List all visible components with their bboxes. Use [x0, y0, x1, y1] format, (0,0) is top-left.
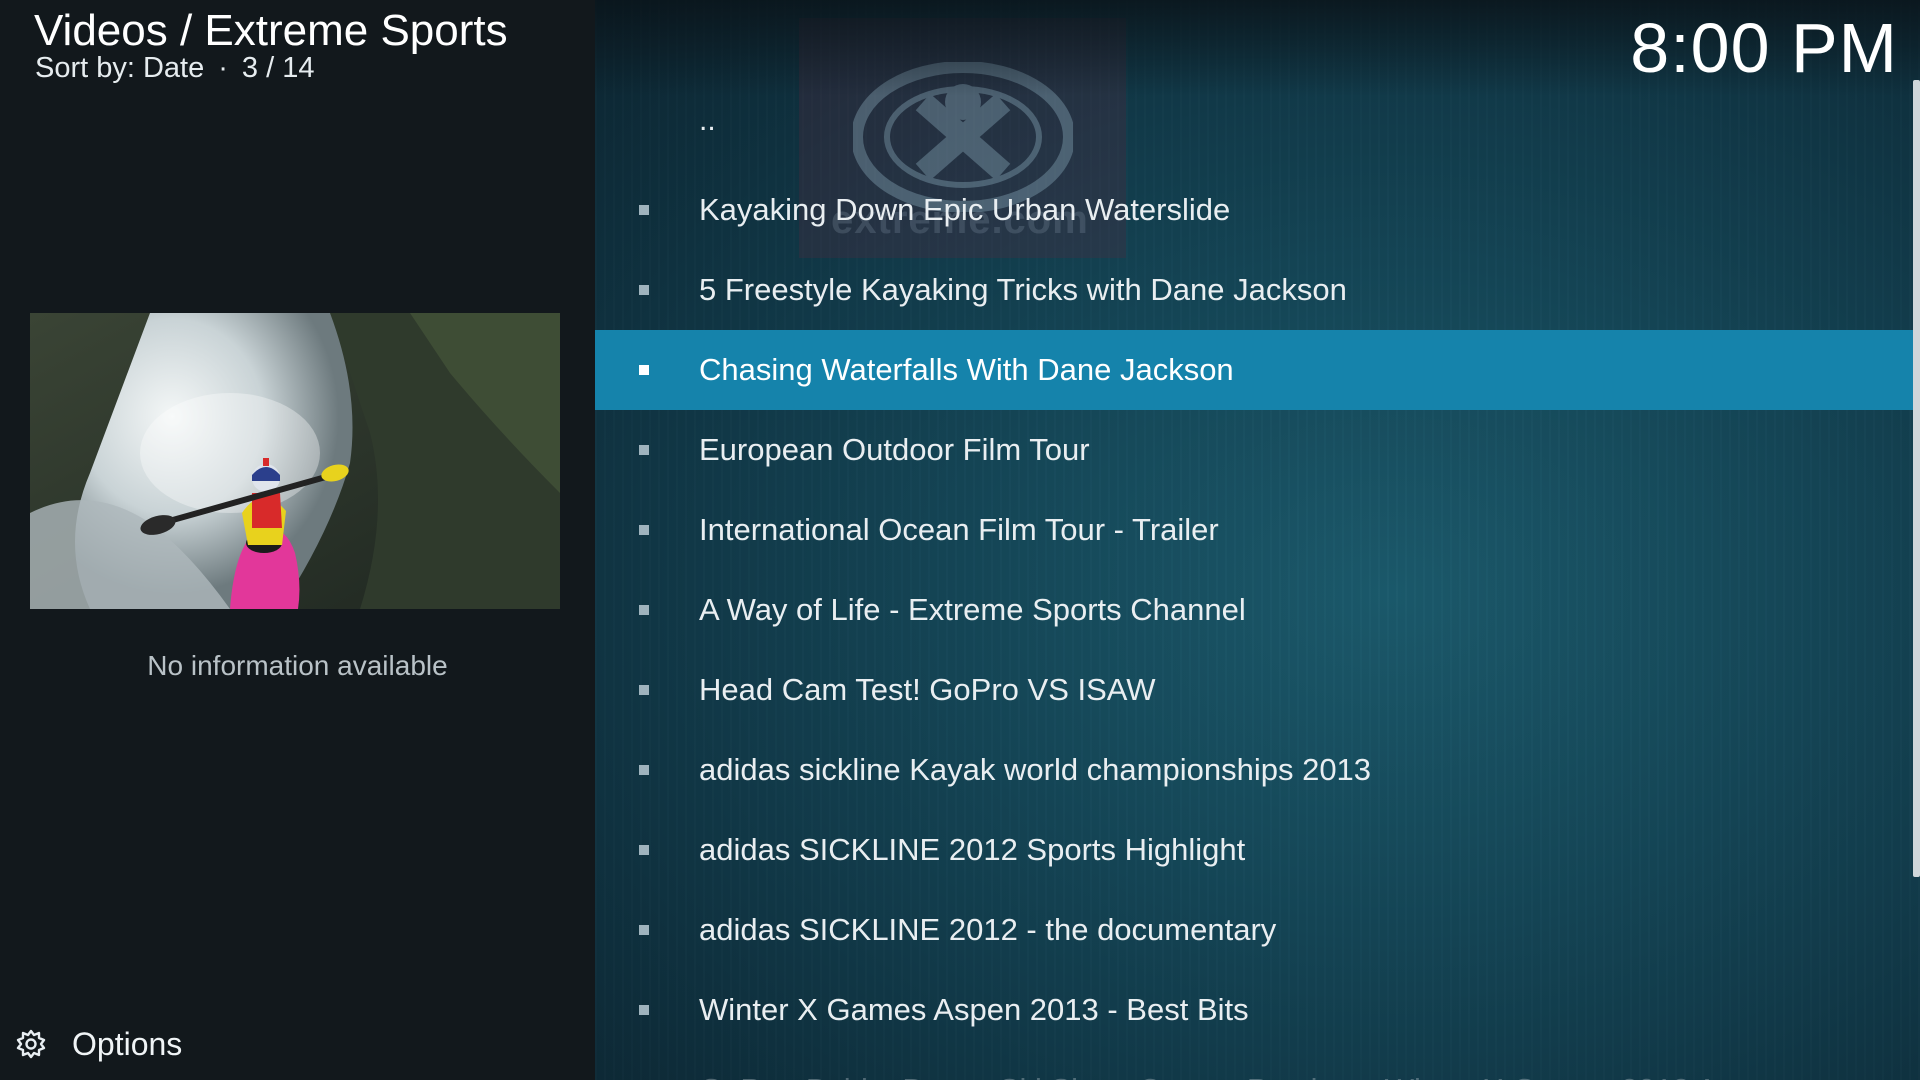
list-item[interactable]: 5 Freestyle Kayaking Tricks with Dane Ja… — [595, 250, 1913, 330]
bullet-icon — [639, 445, 649, 455]
list-item-label: Winter X Games Aspen 2013 - Best Bits — [699, 992, 1249, 1027]
bullet-icon — [639, 685, 649, 695]
clock: 8:00 PM — [1630, 9, 1898, 87]
list-item[interactable]: GoPro: Bobby Brown Ski Slope Course Prev… — [595, 1050, 1913, 1080]
list-item[interactable]: International Ocean Film Tour - Trailer — [595, 490, 1913, 570]
list-item-label: adidas sickline Kayak world championship… — [699, 752, 1372, 787]
list-item-label: Chasing Waterfalls With Dane Jackson — [699, 352, 1234, 387]
video-list: .. Kayaking Down Epic Urban Waterslide 5… — [595, 90, 1913, 1080]
sort-label: Sort by: Date — [35, 52, 205, 84]
options-label: Options — [72, 1025, 183, 1062]
options-gear-icon — [16, 1029, 46, 1059]
bullet-icon — [639, 845, 649, 855]
list-item-label: International Ocean Film Tour - Trailer — [699, 512, 1219, 547]
bullet-icon — [639, 765, 649, 775]
bullet-icon — [639, 205, 649, 215]
bullet-icon — [639, 925, 649, 935]
bullet-icon — [639, 285, 649, 295]
breadcrumb-title: Videos / Extreme Sports — [34, 6, 508, 55]
list-item[interactable]: adidas SICKLINE 2012 Sports Highlight — [595, 810, 1913, 890]
list-item-parent-folder[interactable]: .. — [595, 90, 1913, 170]
list-item[interactable]: Kayaking Down Epic Urban Waterslide — [595, 170, 1913, 250]
list-item[interactable]: adidas SICKLINE 2012 - the documentary — [595, 890, 1913, 970]
list-item-selected[interactable]: Chasing Waterfalls With Dane Jackson — [595, 330, 1913, 410]
separator-dot: · — [218, 52, 228, 84]
list-scrollbar[interactable] — [1913, 80, 1920, 877]
options-button[interactable]: Options — [14, 1024, 182, 1064]
video-thumbnail — [30, 313, 560, 609]
kodi-video-browser: extreme.com Videos / Extreme Sports Sort… — [0, 0, 1920, 1080]
bullet-icon — [639, 365, 649, 375]
sort-info: Sort by: Date · 3 / 14 — [35, 52, 314, 85]
list-item[interactable]: European Outdoor Film Tour — [595, 410, 1913, 490]
parent-folder-label: .. — [699, 104, 716, 137]
list-item-label: adidas SICKLINE 2012 Sports Highlight — [699, 832, 1246, 867]
list-item-label: Head Cam Test! GoPro VS ISAW — [699, 672, 1156, 707]
kayak-waterfall-image — [30, 313, 560, 609]
list-item[interactable]: A Way of Life - Extreme Sports Channel — [595, 570, 1913, 650]
list-item[interactable]: adidas sickline Kayak world championship… — [595, 730, 1913, 810]
bullet-icon — [639, 525, 649, 535]
list-item-label: adidas SICKLINE 2012 - the documentary — [699, 912, 1277, 947]
bullet-icon — [639, 1005, 649, 1015]
no-info-text: No information available — [147, 650, 448, 681]
list-item[interactable]: Winter X Games Aspen 2013 - Best Bits — [595, 970, 1913, 1050]
list-item-label: 5 Freestyle Kayaking Tricks with Dane Ja… — [699, 272, 1347, 307]
item-position: 3 / 14 — [241, 52, 315, 84]
list-item-label: A Way of Life - Extreme Sports Channel — [699, 592, 1246, 627]
list-item-label: European Outdoor Film Tour — [699, 432, 1090, 467]
list-item-label: GoPro: Bobby Brown Ski Slope Course Prev… — [699, 1072, 1785, 1080]
bullet-icon — [639, 605, 649, 615]
list-item-label: Kayaking Down Epic Urban Waterslide — [699, 192, 1231, 227]
list-item[interactable]: Head Cam Test! GoPro VS ISAW — [595, 650, 1913, 730]
